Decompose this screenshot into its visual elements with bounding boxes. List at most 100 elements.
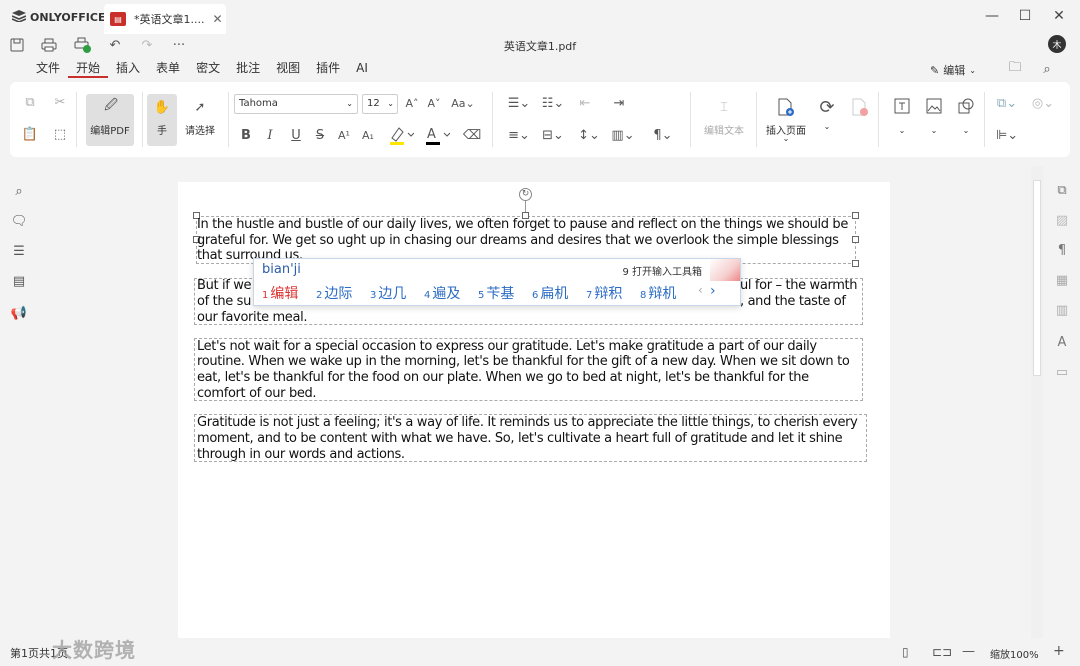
copy-icon[interactable]: ⧉ xyxy=(22,94,38,110)
fit-page-icon[interactable]: ▯ xyxy=(902,645,909,659)
tab-home[interactable]: 开始 xyxy=(68,60,109,78)
tab-forms[interactable]: 表单 xyxy=(148,60,188,78)
decrease-indent-icon[interactable]: ⇤ xyxy=(576,94,594,112)
thumbnails-icon[interactable]: ▤ xyxy=(10,272,28,290)
change-case-icon[interactable]: Aa⌄ xyxy=(450,94,476,112)
tab-redact[interactable]: 密文 xyxy=(188,60,228,78)
search-icon[interactable]: ⌕ xyxy=(10,182,28,200)
ime-candidate[interactable]: 2 边际 xyxy=(316,283,352,303)
ime-prev-page-icon[interactable]: ‹ xyxy=(698,283,703,297)
tab-plugins[interactable]: 插件 xyxy=(308,60,348,78)
group-icon[interactable]: ◎⌄ xyxy=(1028,94,1058,112)
shape-icon[interactable] xyxy=(956,96,976,116)
edit-text-button[interactable]: ⌶ 编辑文本 xyxy=(698,94,750,146)
underline-icon[interactable]: U xyxy=(288,126,304,144)
resize-handle[interactable] xyxy=(852,260,859,267)
headings-icon[interactable]: ☰ xyxy=(10,242,28,260)
paragraph-4-line-2: moment, and to be content with what we h… xyxy=(197,431,843,446)
cut-icon[interactable]: ✂ xyxy=(52,94,68,110)
columns-icon[interactable]: ▥⌄ xyxy=(608,126,638,144)
feedback-icon[interactable]: 📢 xyxy=(10,304,28,322)
chevron-down-icon[interactable]: ⌄ xyxy=(892,126,912,135)
chevron-down-icon[interactable]: ⌄ xyxy=(924,126,944,135)
zoom-out-icon[interactable]: — xyxy=(962,644,975,659)
tab-insert[interactable]: 插入 xyxy=(108,60,148,78)
bold-icon[interactable]: B xyxy=(238,126,254,144)
zoom-level[interactable]: 缩放100% xyxy=(990,646,1039,661)
image-settings-icon[interactable]: ▨ xyxy=(1052,210,1072,230)
comment-icon[interactable]: 🗨 xyxy=(10,212,28,230)
select-all-icon[interactable]: ⬚ xyxy=(52,126,68,142)
paste-icon[interactable]: 📋 xyxy=(22,126,38,142)
ime-candidate[interactable]: 4 遍及 xyxy=(424,283,460,303)
paragraph-icon[interactable]: ¶⌄ xyxy=(648,126,678,144)
form-settings-icon[interactable]: ▭ xyxy=(1052,362,1072,382)
bullets-icon[interactable]: ☰⌄ xyxy=(504,94,534,112)
tab-ai[interactable]: AI xyxy=(348,60,376,78)
maximize-icon[interactable]: ☐ xyxy=(1016,8,1034,24)
ime-candidate[interactable]: 1 编辑 xyxy=(262,283,298,303)
paragraph-1-line-2: grateful for. We get so ught up in chasi… xyxy=(197,233,839,248)
chart-settings-icon[interactable]: ▥ xyxy=(1052,300,1072,320)
superscript-icon[interactable]: A¹ xyxy=(336,126,352,144)
tab-file[interactable]: 文件 xyxy=(28,60,68,78)
image-icon[interactable] xyxy=(924,96,944,116)
numbering-icon[interactable]: ☷⌄ xyxy=(538,94,568,112)
search-icon[interactable]: ⌕ xyxy=(1038,60,1056,78)
rotate-page-icon[interactable]: ⟳ xyxy=(816,96,838,118)
table-settings-icon[interactable]: ▦ xyxy=(1052,270,1072,290)
user-avatar[interactable]: 木 xyxy=(1048,35,1066,53)
edit-text-label: 编辑文本 xyxy=(704,126,744,137)
text-art-settings-icon[interactable]: A xyxy=(1052,332,1072,352)
select-tool-button[interactable]: ➚ 请选择 xyxy=(180,94,220,146)
tab-view[interactable]: 视图 xyxy=(268,60,308,78)
fit-width-icon[interactable]: ⊏⊐ xyxy=(932,645,952,659)
decrease-font-icon[interactable]: A˅ xyxy=(426,94,442,112)
chevron-down-icon[interactable]: ⌄ xyxy=(816,122,838,131)
edit-pdf-button[interactable]: 🖉 编辑PDF xyxy=(86,94,134,146)
minimize-icon[interactable]: — xyxy=(983,8,1001,24)
chevron-down-icon[interactable]: ⌄ xyxy=(956,126,976,135)
font-family-select[interactable]: Tahoma ⌄ xyxy=(234,94,358,114)
ime-toolbox-link[interactable]: 9 打开输入工具箱 xyxy=(622,263,702,278)
subscript-icon[interactable]: A₁ xyxy=(360,126,376,144)
ime-candidate[interactable]: 3 边几 xyxy=(370,283,406,303)
paragraph-3-line-3: eat, let's be thankful for the food on o… xyxy=(197,370,809,385)
ime-candidate[interactable]: 6 扁机 xyxy=(532,283,568,303)
ime-candidate[interactable]: 5 苄基 xyxy=(478,283,514,303)
resize-handle[interactable] xyxy=(852,236,859,243)
zoom-in-icon[interactable]: + xyxy=(1053,643,1065,659)
vertical-align-icon[interactable]: ⊟⌄ xyxy=(538,126,568,144)
ime-candidate[interactable]: 8 辩机 xyxy=(640,283,676,303)
rotate-handle-icon[interactable]: ↻ xyxy=(519,188,532,201)
highlight-color-icon[interactable] xyxy=(388,124,414,146)
close-window-icon[interactable]: ✕ xyxy=(1050,8,1068,24)
open-file-location-icon[interactable]: 🗀 xyxy=(1006,60,1024,78)
font-size-select[interactable]: 12 ⌄ xyxy=(362,94,398,114)
edit-mode-button[interactable]: ✎ 编辑 ⌄ xyxy=(930,62,976,78)
increase-font-icon[interactable]: A˄ xyxy=(404,94,420,112)
ime-next-page-icon[interactable]: › xyxy=(710,283,716,299)
vertical-scrollbar[interactable] xyxy=(1031,166,1043,638)
align-objects-icon[interactable]: ⊫⌄ xyxy=(992,126,1022,144)
ime-candidate[interactable]: 7 辩积 xyxy=(586,283,622,303)
paragraph-settings-icon[interactable]: ¶ xyxy=(1052,240,1072,260)
increase-indent-icon[interactable]: ⇥ xyxy=(610,94,628,112)
close-tab-icon[interactable]: ✕ xyxy=(213,12,223,26)
arrange-icon[interactable]: ⧉⌄ xyxy=(992,94,1022,112)
hand-tool-button[interactable]: ✋ 手 xyxy=(147,94,177,146)
insert-page-button[interactable]: 插入页面 ⌄ xyxy=(760,94,812,146)
clear-style-icon[interactable]: ⌫ xyxy=(463,126,481,144)
text-box-icon[interactable] xyxy=(892,96,912,116)
align-icon[interactable]: ≡⌄ xyxy=(504,126,534,144)
delete-page-icon[interactable] xyxy=(850,96,870,118)
italic-icon[interactable]: I xyxy=(262,126,278,144)
shape-settings-icon[interactable]: ⧉ xyxy=(1052,180,1072,200)
line-spacing-icon[interactable]: ↕⌄ xyxy=(574,126,604,144)
document-tab[interactable]: ▤ *英语文章1.... ✕ xyxy=(104,4,226,34)
font-color-icon[interactable]: A xyxy=(424,124,450,146)
scrollbar-thumb[interactable] xyxy=(1033,180,1041,376)
resize-handle[interactable] xyxy=(852,212,859,219)
tab-comments[interactable]: 批注 xyxy=(228,60,268,78)
strikethrough-icon[interactable]: S xyxy=(312,126,328,144)
